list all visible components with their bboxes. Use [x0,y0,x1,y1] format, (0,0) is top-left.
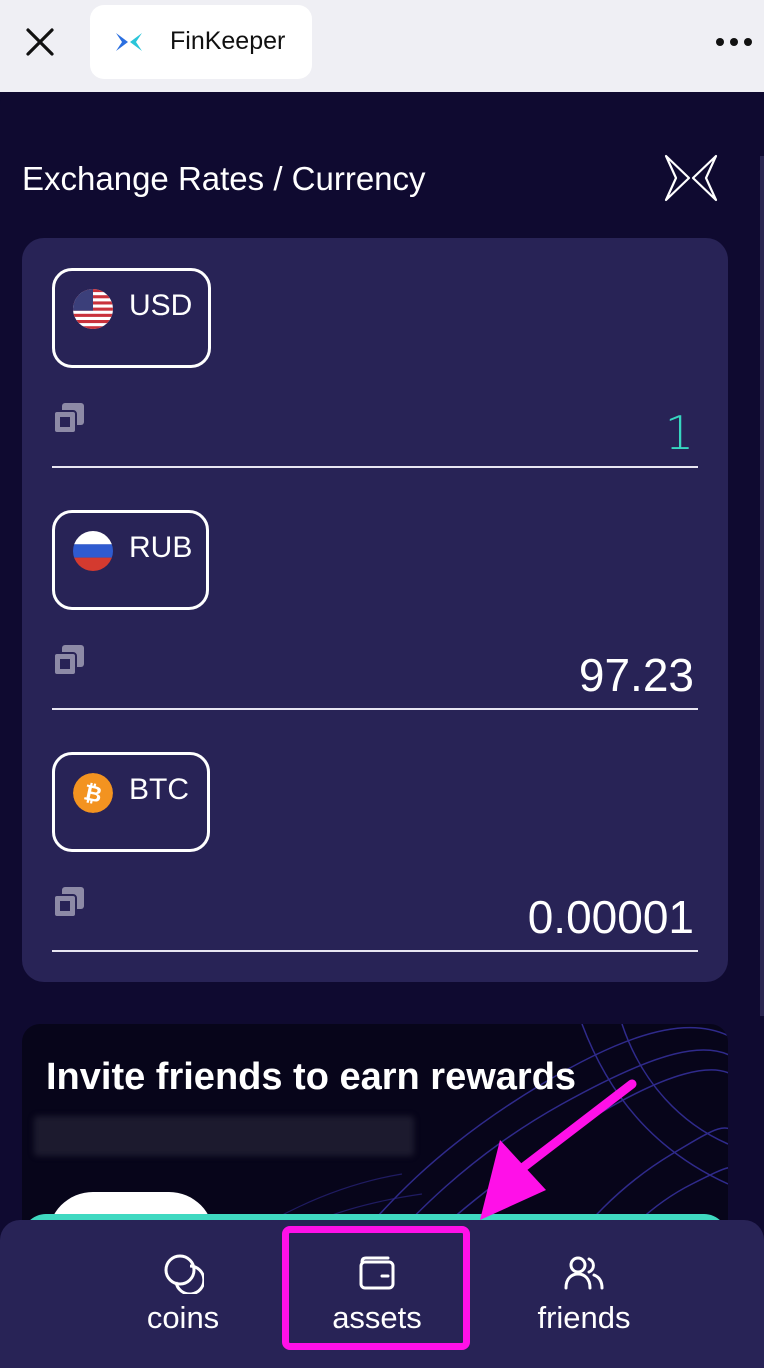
nav-label-friends: friends [537,1300,631,1335]
assets-highlight-annotation [282,1226,470,1350]
coins-icon [164,1254,204,1294]
copy-icon[interactable] [52,402,86,436]
currency-selector-rub[interactable]: RUB [52,510,209,610]
currency-code: RUB [129,531,193,564]
scrollbar[interactable] [760,156,764,1016]
currency-row-btc: ₿ BTC 0.00001 [52,752,698,982]
btc-icon: ₿ [73,773,113,813]
close-icon[interactable] [22,24,58,60]
browser-tab[interactable]: FinKeeper [90,5,312,79]
currency-code: BTC [129,773,189,806]
browser-top-bar: FinKeeper [0,0,764,92]
us-flag-icon [73,289,113,329]
more-options-icon[interactable] [716,30,760,54]
currency-amount-input[interactable]: 97.23 [579,648,694,702]
input-underline [52,708,698,710]
app-container: Exchange Rates / Currency USD 1 RUB 97.2… [0,92,764,1368]
finkeeper-outline-logo-icon [664,154,718,202]
annotation-arrow [480,1079,637,1220]
copy-icon[interactable] [52,644,86,678]
nav-label-coins: coins [146,1300,220,1335]
banner-subtitle-blurred [34,1116,414,1156]
nav-item-friends[interactable]: friends [504,1220,664,1368]
users-icon [564,1256,604,1290]
currency-row-rub: RUB 97.23 [52,510,698,740]
browser-tab-title: FinKeeper [170,27,286,55]
exchange-rates-card: USD 1 RUB 97.23 ₿ BTC 0.00001 [22,238,728,982]
nav-item-coins[interactable]: coins [102,1220,264,1368]
currency-row-usd: USD 1 [52,268,698,498]
currency-amount-input[interactable]: 1 [665,406,694,460]
finkeeper-logo-icon [116,33,142,51]
input-underline [52,950,698,952]
input-underline [52,466,698,468]
page-title: Exchange Rates / Currency [22,160,426,197]
copy-icon[interactable] [52,886,86,920]
currency-selector-usd[interactable]: USD [52,268,211,368]
currency-code: USD [129,289,193,322]
currency-amount-input[interactable]: 0.00001 [528,890,694,944]
currency-selector-btc[interactable]: ₿ BTC [52,752,210,852]
ru-flag-icon [73,531,113,571]
